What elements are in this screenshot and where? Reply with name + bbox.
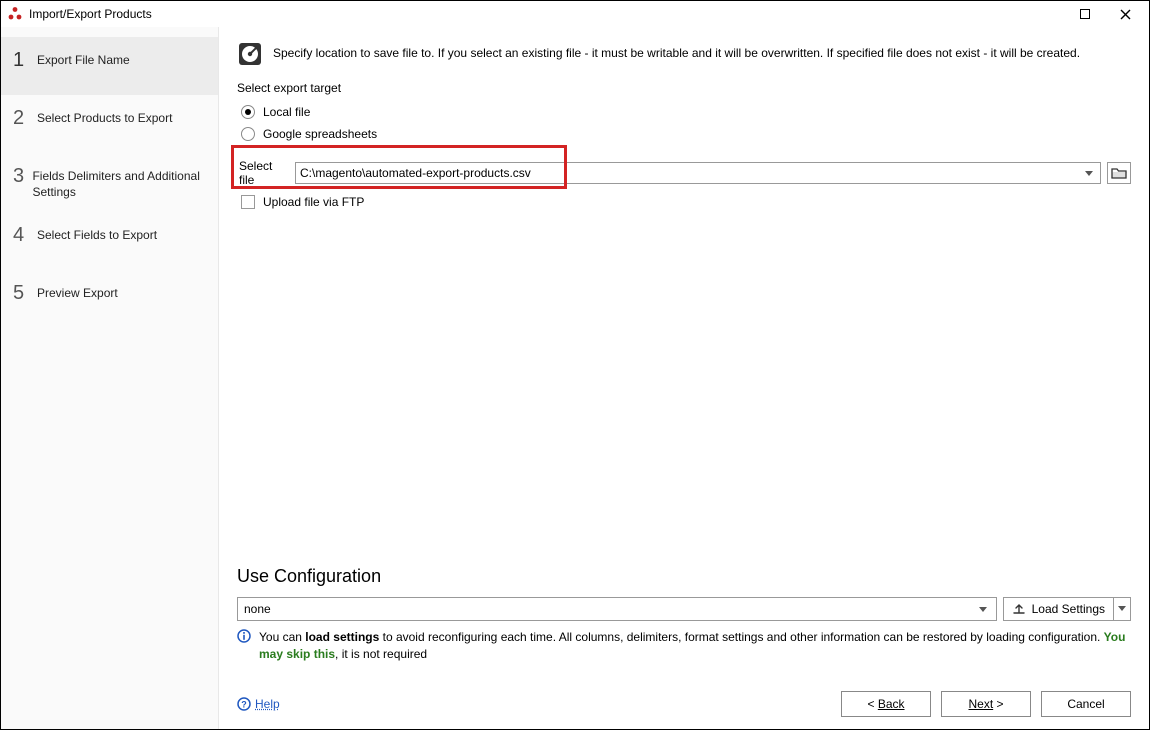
file-path-combo[interactable] [295,162,1101,184]
chevron-down-icon [1118,606,1126,612]
app-icon [7,6,23,22]
step-label: Select Fields to Export [37,224,157,244]
configuration-info: You can load settings to avoid reconfigu… [237,629,1131,663]
radio-icon [241,127,255,141]
export-target-label: Select export target [237,81,1131,95]
load-settings-button[interactable]: Load Settings [1003,597,1113,621]
step-label: Fields Delimiters and Additional Setting… [32,165,206,200]
radio-label: Local file [263,105,310,119]
description-text: Specify location to save file to. If you… [273,41,1080,61]
cancel-button[interactable]: Cancel [1041,691,1131,717]
chevron-down-icon[interactable] [1082,166,1096,180]
upload-ftp-label: Upload file via FTP [263,195,364,209]
disk-icon [237,41,263,67]
info-icon [237,629,251,648]
next-button[interactable]: Next > [941,691,1031,717]
upload-ftp-checkbox[interactable] [241,195,255,209]
radio-icon [241,105,255,119]
radio-label: Google spreadsheets [263,127,377,141]
dialog-window: Import/Export Products 1 Export File Nam… [0,0,1150,730]
step-label: Select Products to Export [37,107,172,127]
select-file-label: Select file [237,159,289,187]
load-settings-dropdown[interactable] [1113,597,1131,621]
export-target-radios: Local file Google spreadsheets [241,101,1131,145]
configuration-select[interactable]: none [237,597,997,621]
window-title: Import/Export Products [29,7,1065,21]
step-2-select-products[interactable]: 2 Select Products to Export [1,95,218,153]
wizard-sidebar: 1 Export File Name 2 Select Products to … [1,27,219,729]
close-button[interactable] [1105,1,1145,27]
main-panel: Specify location to save file to. If you… [219,27,1149,729]
dialog-footer: ? Help < Back Next > Cancel [237,683,1131,717]
back-button[interactable]: < Back [841,691,931,717]
step-4-select-fields[interactable]: 4 Select Fields to Export [1,212,218,270]
page-description: Specify location to save file to. If you… [237,41,1131,67]
titlebar: Import/Export Products [1,1,1149,27]
help-icon: ? [237,697,251,711]
step-3-delimiters[interactable]: 3 Fields Delimiters and Additional Setti… [1,153,218,212]
help-link[interactable]: ? Help [237,697,280,711]
radio-google-spreadsheets[interactable]: Google spreadsheets [241,123,1131,145]
maximize-button[interactable] [1065,1,1105,27]
help-label: Help [255,697,280,711]
upload-icon [1012,602,1026,616]
radio-local-file[interactable]: Local file [241,101,1131,123]
use-configuration-title: Use Configuration [237,566,1131,587]
configuration-row: none Load Settings [237,597,1131,621]
browse-file-button[interactable] [1107,162,1131,184]
step-label: Preview Export [37,282,118,302]
folder-open-icon [1111,166,1127,180]
svg-text:?: ? [241,700,247,710]
configuration-value: none [244,602,976,616]
info-text: You can load settings to avoid reconfigu… [259,629,1131,663]
file-path-input[interactable] [300,166,1082,180]
step-label: Export File Name [37,49,130,69]
select-file-row: Select file [237,159,1131,187]
load-settings-label: Load Settings [1032,602,1105,616]
step-1-export-file-name[interactable]: 1 Export File Name [1,37,218,95]
upload-ftp-row[interactable]: Upload file via FTP [241,195,1131,209]
chevron-down-icon[interactable] [976,602,990,616]
step-5-preview[interactable]: 5 Preview Export [1,270,218,328]
